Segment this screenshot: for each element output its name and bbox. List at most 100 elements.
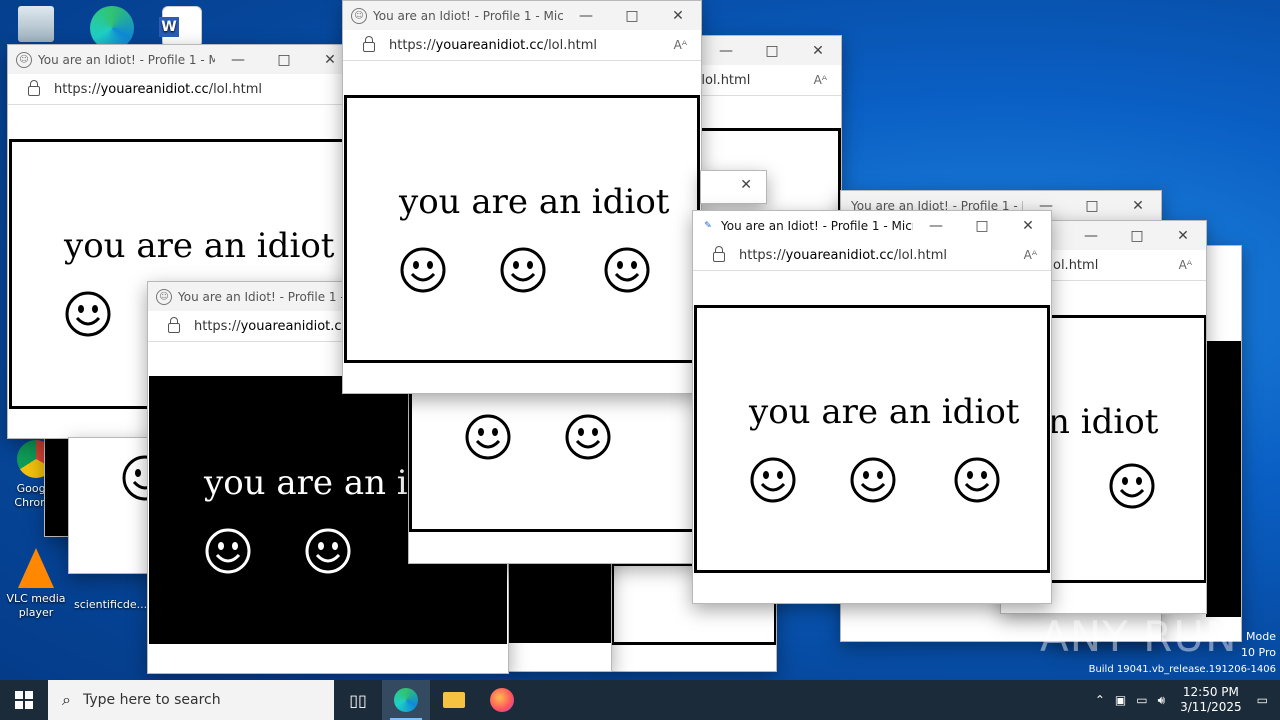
search-icon: ⌕ [62, 690, 71, 709]
file-explorer-icon[interactable] [430, 680, 478, 720]
close-button[interactable]: ✕ [740, 177, 752, 193]
chevron-up-icon[interactable]: ⌃ [1095, 693, 1105, 707]
minimize-button[interactable]: — [215, 45, 261, 74]
close-button[interactable]: ✕ [1115, 191, 1161, 220]
minimize-button[interactable]: — [1068, 221, 1114, 250]
smiley-icon [1109, 463, 1155, 509]
read-aloud-icon[interactable]: Aᴬ [1024, 248, 1037, 262]
smiley-icon [750, 457, 796, 503]
smiley-icon [850, 457, 896, 503]
smiley-icon [565, 414, 611, 460]
minimize-button[interactable]: — [913, 211, 959, 240]
clock-date: 3/11/2025 [1180, 700, 1242, 714]
volume-icon[interactable]: 🔊︎ [1158, 693, 1166, 708]
desktop-icon-scientific[interactable]: scientificde... [74, 598, 148, 612]
browser-window-active[interactable]: ✎ You are an Idiot! - Profile 1 - Micro.… [692, 210, 1052, 604]
maximize-button[interactable]: □ [1069, 191, 1115, 220]
idiot-message: you are an id [204, 463, 430, 503]
maximize-button[interactable]: □ [1114, 221, 1160, 250]
firefox-icon[interactable] [478, 680, 526, 720]
windows-logo-icon [15, 691, 33, 709]
window-title: You are an Idiot! - Profile 1 - Micro... [38, 52, 215, 67]
lock-icon [168, 317, 180, 333]
title-bar[interactable]: ☺ You are an Idiot! - Profile 1 - Micro.… [8, 45, 353, 74]
desktop-icon-label: VLC media player [6, 592, 66, 619]
smiley-icon [954, 457, 1000, 503]
search-placeholder: Type here to search [82, 692, 221, 708]
lock-icon [28, 80, 40, 96]
close-button[interactable]: ✕ [655, 1, 701, 30]
address-bar[interactable]: /lol.html Aᴬ [701, 65, 841, 96]
smiley-icon [305, 528, 351, 574]
read-aloud-icon[interactable]: Aᴬ [674, 38, 687, 52]
close-button[interactable]: ✕ [1160, 221, 1206, 250]
idiot-message: you are an idiot [749, 392, 1020, 432]
start-button[interactable] [0, 680, 48, 720]
clock-time: 12:50 PM [1182, 685, 1239, 699]
taskbar-edge-icon[interactable] [382, 680, 430, 720]
window-title: You are an Idiot! - Profile 1 - Micro... [721, 218, 913, 233]
windows-edition-text: 10 Pro [1241, 646, 1276, 659]
desktop-icon-label: scientificde... [74, 598, 148, 611]
url-text: /lol.html [700, 72, 751, 88]
read-aloud-icon[interactable]: Aᴬ [1179, 258, 1192, 272]
url-text: https://youareanidiot.cc/lol.html [54, 81, 262, 97]
vlc-cone-icon [18, 548, 54, 588]
idiot-panel: you are an idiot [344, 95, 700, 363]
window-controls: — □ ✕ [913, 211, 1051, 240]
edge-favicon-icon: ✎ [704, 220, 712, 231]
smiley-icon [465, 414, 511, 460]
idiot-message: n idiot [1048, 402, 1159, 442]
clock[interactable]: 12:50 PM 3/11/2025 [1180, 685, 1242, 715]
maximize-button[interactable]: □ [609, 1, 655, 30]
smiley-icon [400, 247, 446, 293]
browser-window[interactable] [408, 390, 700, 564]
lock-icon [363, 36, 375, 52]
address-bar[interactable]: https://youareanidiot.cc/lol.html [8, 74, 353, 105]
smiley-icon [65, 291, 111, 337]
address-bar[interactable]: https://youareanidiot.cc/lol.html Aᴬ [343, 30, 701, 61]
minimize-button[interactable]: — [563, 1, 609, 30]
url-text: https://youareanidiot.cc/lol.html [389, 37, 597, 53]
taskbar: ⌕ Type here to search ▯▯ ⌃ ▣ ▭ 🔊︎ 12:50 … [0, 680, 1280, 720]
smiley-icon [604, 247, 650, 293]
title-bar[interactable]: — □ ✕ [701, 36, 841, 65]
close-button[interactable]: ✕ [795, 36, 841, 65]
maximize-button[interactable]: □ [749, 36, 795, 65]
desktop-icon-vlc[interactable]: VLC media player [0, 548, 72, 620]
idiot-panel: you are an idiot [694, 305, 1050, 573]
read-aloud-icon[interactable]: Aᴬ [814, 73, 827, 87]
title-bar[interactable]: ☺ You are an Idiot! - Profile 1 - Micro.… [343, 1, 701, 30]
window-title: You are an Idiot! - Profile 1 - Micro... [373, 8, 563, 23]
browser-window[interactable]: ☺ You are an Idiot! - Profile 1 - Micro.… [342, 0, 702, 394]
watermark: ANY RUN [1040, 612, 1238, 661]
url-text: https://youareanidiot.cc/lol.html [739, 247, 947, 263]
window-controls: — □ ✕ [1068, 221, 1206, 250]
recycle-bin-icon[interactable] [0, 6, 72, 46]
title-bar[interactable]: ✎ You are an Idiot! - Profile 1 - Micro.… [693, 211, 1051, 240]
network-icon[interactable]: ▭ [1136, 693, 1147, 707]
notification-icon[interactable]: ▭ [1257, 693, 1268, 707]
window-controls: — □ ✕ [703, 36, 841, 65]
taskbar-search-box[interactable]: ⌕ Type here to search [48, 680, 334, 720]
smiley-favicon-icon: ☺ [156, 288, 172, 305]
window-controls: — □ ✕ [563, 1, 701, 30]
minimize-button[interactable]: — [703, 36, 749, 65]
close-button[interactable]: ✕ [1005, 211, 1051, 240]
smiley-icon [205, 528, 251, 574]
browser-window[interactable]: ✕ [700, 170, 767, 204]
maximize-button[interactable]: □ [959, 211, 1005, 240]
system-tray: ⌃ ▣ ▭ 🔊︎ 12:50 PM 3/11/2025 ▭ [1090, 680, 1280, 720]
smiley-icon [500, 247, 546, 293]
maximize-button[interactable]: □ [261, 45, 307, 74]
idiot-panel [409, 391, 699, 532]
windows-mode-text: Mode [1246, 630, 1276, 643]
window-controls: — □ ✕ [215, 45, 353, 74]
idiot-message: you are an idiot [399, 182, 670, 222]
idiot-panel [1206, 341, 1241, 617]
device-icon[interactable]: ▣ [1115, 693, 1126, 707]
address-bar[interactable]: https://youareanidiot.cc/lol.html Aᴬ [693, 240, 1051, 271]
windows-build-text: Build 19041.vb_release.191206-1406 [1088, 664, 1276, 675]
url-text: /lol.html [1045, 257, 1099, 273]
task-view-icon[interactable]: ▯▯ [334, 680, 382, 720]
